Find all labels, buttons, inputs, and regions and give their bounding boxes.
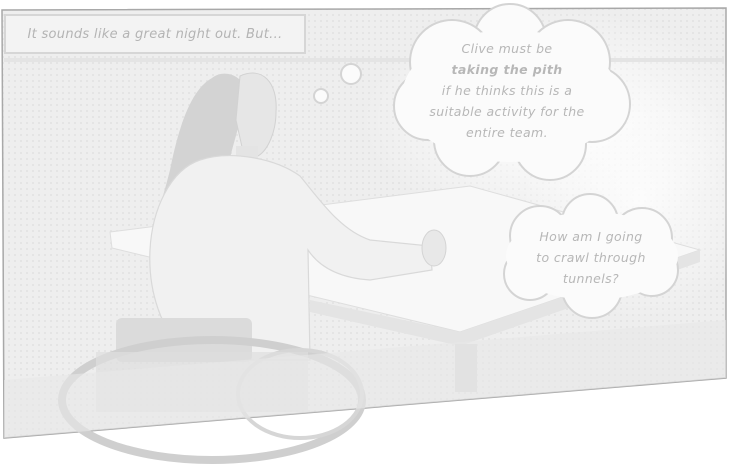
comic-panel: It sounds like a great night out. But...… — [0, 0, 730, 466]
bubble1-line5: entire team. — [466, 125, 548, 140]
thought-bubble-1-text: Clive must be taking the pith if he thin… — [412, 38, 602, 143]
woman-hand — [421, 229, 447, 267]
thought-bubble-2-text: How am I going to crawl through tunnels? — [510, 226, 672, 289]
caption-text: It sounds like a great night out. But... — [27, 26, 283, 42]
thought-dot-large — [340, 63, 362, 85]
thought-dot-small — [313, 88, 329, 104]
bubble2-line2: to crawl through — [536, 250, 646, 265]
wall-band — [4, 58, 724, 62]
bubble1-line1: Clive must be — [461, 41, 553, 56]
bubble2-line3: tunnels? — [562, 271, 620, 286]
bubble2-line1: How am I going — [539, 229, 643, 244]
bubble1-line3: if he thinks this is a — [441, 83, 573, 98]
caption-box: It sounds like a great night out. But... — [4, 14, 306, 54]
bubble1-emphasis: taking the pith — [451, 62, 563, 77]
bubble1-line4: suitable activity for the — [429, 104, 585, 119]
